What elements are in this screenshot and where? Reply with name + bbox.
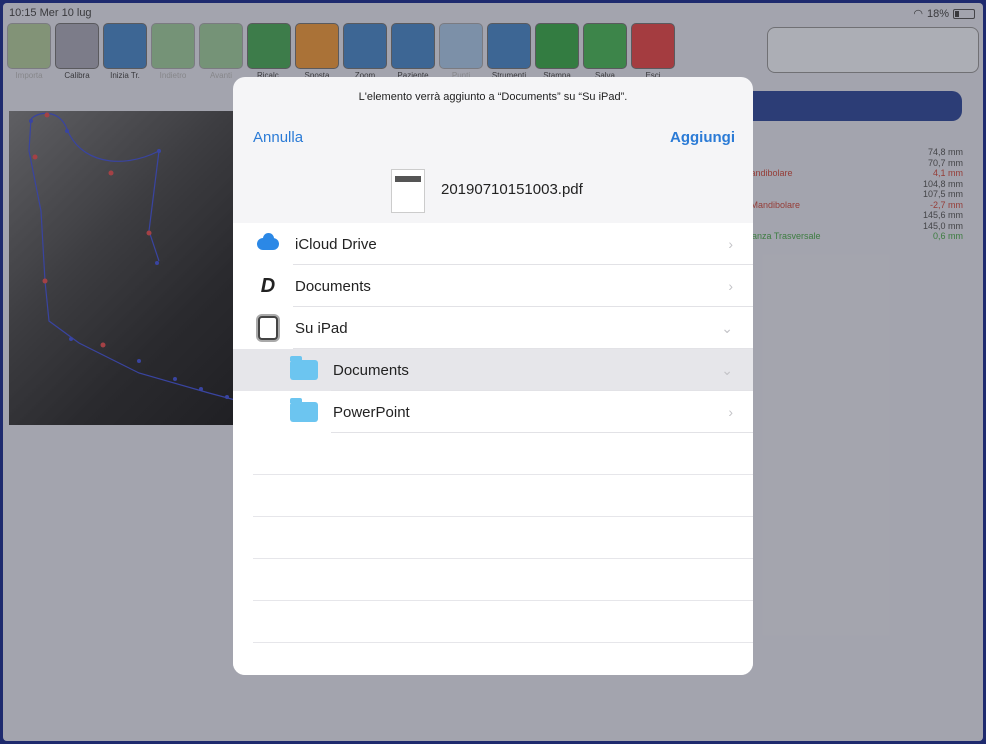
chevron-icon: ⌄ [721,361,733,378]
chevron-icon: ⌄ [721,319,733,336]
empty-row [233,601,753,643]
location-row[interactable]: Documents ⌄ [233,349,753,391]
folder-icon [289,356,319,383]
chevron-icon: › [728,236,733,252]
ipad-icon [255,315,281,341]
add-button[interactable]: Aggiungi [670,129,735,146]
chevron-icon: › [728,278,733,294]
cancel-button[interactable]: Annulla [253,129,303,146]
location-label: Documents [333,361,409,379]
empty-row [233,517,753,559]
location-row[interactable]: Su iPad ⌄ [233,307,753,349]
empty-row [233,475,753,517]
location-label: Su iPad [295,319,348,337]
folder-icon [289,398,319,425]
empty-row [233,559,753,601]
location-label: PowerPoint [333,403,410,421]
location-row[interactable]: PowerPoint › [233,391,753,433]
pdf-thumbnail-icon [391,169,425,213]
empty-row [233,433,753,475]
icloud-icon [255,231,281,257]
documents-app-icon: D [260,274,276,297]
location-label: Documents [295,277,371,295]
location-row[interactable]: iCloud Drive › [233,223,753,265]
dialog-message: L'elemento verrà aggiunto a “Documents” … [358,91,628,103]
file-name: 20190710151003.pdf [441,181,583,198]
app-window: 10:15 Mer 10 lug ◠ 18% Importa Calibra Ini… [3,3,983,741]
chevron-icon: › [728,404,733,420]
save-dialog: L'elemento verrà aggiunto a “Documents” … [233,77,753,675]
location-list: iCloud Drive › D Documents › Su iPad ⌄ Document… [233,223,753,675]
location-row[interactable]: D Documents › [233,265,753,307]
location-label: iCloud Drive [295,235,377,253]
